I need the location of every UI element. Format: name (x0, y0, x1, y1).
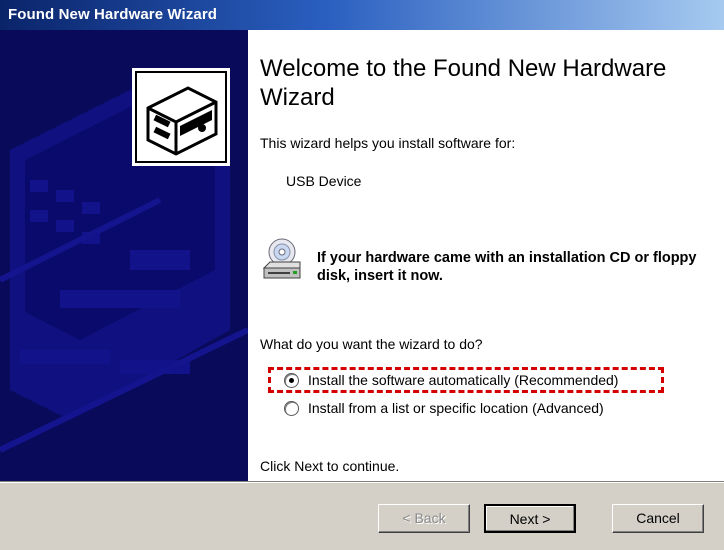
back-button[interactable]: < Back (378, 504, 470, 533)
wizard-content: Welcome to the Found New Hardware Wizard… (248, 30, 724, 481)
option-install-from-list[interactable]: Install from a list or specific location… (284, 400, 604, 416)
device-name: USB Device (286, 173, 362, 189)
cd-drive-icon (262, 238, 302, 282)
continue-instruction: Click Next to continue. (260, 458, 400, 474)
cancel-button[interactable]: Cancel (612, 504, 704, 533)
button-bar: < Back Next > Cancel (0, 481, 724, 550)
intro-text: This wizard helps you install software f… (260, 135, 516, 151)
wizard-side-banner (0, 30, 248, 481)
option-install-automatically[interactable]: Install the software automatically (Reco… (284, 372, 618, 388)
wizard-window: Found New Hardware Wizard Welcome to the… (0, 0, 724, 550)
option-list-label: Install from a list or specific location… (308, 400, 604, 416)
hardware-box-icon (132, 68, 230, 166)
title-bar[interactable]: Found New Hardware Wizard (0, 0, 724, 30)
option-auto-label: Install the software automatically (Reco… (308, 372, 619, 388)
insert-cd-message: If your hardware came with an installati… (317, 250, 697, 284)
page-title: Welcome to the Found New Hardware Wizard (260, 55, 667, 111)
radio-list[interactable] (284, 400, 299, 416)
radio-auto[interactable] (284, 372, 299, 388)
window-title: Found New Hardware Wizard (8, 6, 218, 23)
next-button[interactable]: Next > (484, 504, 576, 533)
wizard-question: What do you want the wizard to do? (260, 336, 483, 352)
